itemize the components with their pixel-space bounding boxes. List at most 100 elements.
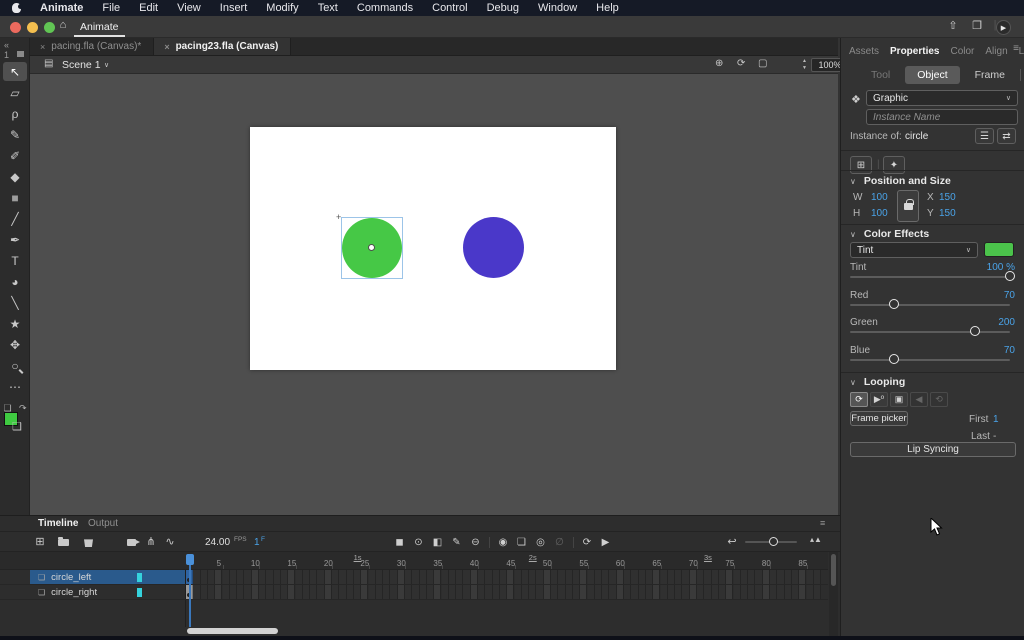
menu-item[interactable]: Text (318, 2, 338, 14)
frame-cell[interactable] (748, 570, 756, 584)
frame-cell[interactable] (660, 585, 668, 599)
frame-cell[interactable] (682, 570, 690, 584)
reset-timeline-zoom-button[interactable]: ↩ (724, 535, 740, 548)
collapse-caret-icon[interactable]: ∨ (850, 378, 856, 387)
frame-cell[interactable] (419, 585, 427, 599)
frame-cell[interactable] (273, 585, 281, 599)
frame-cell[interactable] (565, 585, 573, 599)
classic-brush-tool[interactable]: ✐ (3, 146, 27, 165)
pen-tool[interactable]: ✒ (3, 230, 27, 249)
frame-cell[interactable] (594, 570, 603, 584)
stroke-fill-icon[interactable]: ❑ (12, 420, 22, 433)
workspace-icon[interactable]: ❐ (968, 19, 986, 32)
frame-cell[interactable] (565, 570, 573, 584)
rotate-tool-icon[interactable]: ⟳ (737, 58, 745, 69)
frame-cell[interactable] (551, 570, 559, 584)
step-down-icon[interactable]: ▼ (802, 65, 807, 71)
frame-cell[interactable] (521, 570, 530, 584)
panel-tab[interactable]: Assets (849, 46, 879, 57)
frame-cell[interactable] (784, 585, 792, 599)
frame-cell[interactable] (251, 585, 259, 599)
frame-cell[interactable] (580, 570, 588, 584)
frame-cell[interactable] (339, 585, 347, 599)
more-tools[interactable]: ⋯ (3, 377, 27, 396)
frame-cell[interactable] (777, 585, 785, 599)
frame-cell[interactable] (660, 570, 668, 584)
hand-tool[interactable]: ✥ (3, 335, 27, 354)
frame-cell[interactable] (215, 585, 223, 599)
onion-skin-range-button[interactable]: ∅ (552, 537, 567, 548)
frame-cell[interactable] (361, 585, 369, 599)
timeline-zoom-slider[interactable] (745, 537, 797, 546)
frame-cell[interactable] (813, 585, 822, 599)
center-stage-icon[interactable]: ⊕ (715, 58, 723, 69)
panel-tab[interactable]: Color (950, 46, 974, 57)
collapse-tools-icon[interactable]: « (4, 40, 9, 50)
lock-aspect-button[interactable] (897, 190, 919, 222)
properties-subtab[interactable]: Object (905, 66, 960, 84)
frame-cell[interactable] (580, 585, 588, 599)
loop-reverse-button[interactable]: ⟲ (930, 392, 948, 407)
share-icon[interactable]: ⇧ (944, 19, 962, 32)
redo-icon[interactable]: ↷ (19, 403, 27, 413)
frame-cell[interactable] (412, 570, 420, 584)
zoom-tool[interactable]: ○ (3, 356, 27, 375)
y-value[interactable]: 150 (939, 208, 956, 219)
frame-cell[interactable] (791, 570, 800, 584)
frame-cell[interactable] (317, 585, 325, 599)
minimize-window-button[interactable] (27, 22, 38, 33)
frame-grid[interactable] (0, 570, 828, 600)
panel-menu-icon[interactable]: ≡ (1013, 43, 1019, 54)
frame-cell[interactable] (645, 570, 654, 584)
frame-cell[interactable] (675, 570, 683, 584)
panel-menu-icon[interactable]: ≡ (820, 518, 825, 528)
tint-color-swatch[interactable] (984, 242, 1014, 257)
frame-cell[interactable] (448, 585, 457, 599)
frame-cell[interactable] (718, 585, 727, 599)
frame-cell[interactable] (310, 570, 318, 584)
frame-cell[interactable] (704, 570, 712, 584)
properties-subtab[interactable]: Tool (871, 69, 890, 81)
frame-cell[interactable] (448, 570, 457, 584)
horizontal-scrollbar[interactable] (95, 626, 828, 636)
frame-cell[interactable] (638, 570, 646, 584)
tab-output[interactable]: Output (88, 518, 118, 529)
timeline-zoom-knob[interactable] (769, 537, 778, 546)
close-tab-icon[interactable]: × (40, 42, 45, 52)
loop-button[interactable]: ⟳ (850, 392, 868, 407)
transform-point[interactable] (368, 244, 375, 251)
frame-cell[interactable] (631, 570, 639, 584)
menu-item[interactable]: Commands (357, 2, 413, 14)
frame-cell[interactable] (711, 570, 719, 584)
frame-cell[interactable] (266, 570, 274, 584)
clapper-icon[interactable]: ▤ (44, 58, 53, 69)
fx-slider-value[interactable]: 70 (1004, 290, 1015, 301)
asset-warp-tool[interactable]: ★ (3, 314, 27, 333)
frame-cell[interactable] (244, 570, 252, 584)
menu-item[interactable]: Modify (266, 2, 298, 14)
frame-cell[interactable] (222, 585, 230, 599)
single-frame-button[interactable]: ▣ (890, 392, 908, 407)
horizontal-scrollbar-thumb[interactable] (187, 628, 278, 634)
frame-cell[interactable] (295, 585, 303, 599)
fps-value[interactable]: 24.00 (205, 537, 230, 548)
frame-cell[interactable] (733, 570, 741, 584)
frame-cell[interactable] (587, 585, 595, 599)
frame-cell[interactable] (667, 570, 676, 584)
frame-cell[interactable] (536, 585, 544, 599)
fx-slider-track[interactable] (850, 353, 1010, 364)
frame-cell[interactable] (689, 570, 697, 584)
last-frame-value[interactable]: - (993, 431, 996, 442)
frame-cell[interactable] (529, 585, 537, 599)
frame-cell[interactable] (638, 585, 646, 599)
frame-cell[interactable] (499, 570, 508, 584)
swap-symbol-button[interactable]: ⇄ (997, 128, 1016, 144)
frame-cell[interactable] (463, 570, 471, 584)
symbol-behavior-select[interactable]: Graphic ∨ (866, 90, 1018, 106)
frame-cell[interactable] (514, 570, 522, 584)
frame-cell[interactable] (478, 585, 486, 599)
frame-cell[interactable] (762, 570, 770, 584)
frame-cell[interactable] (791, 585, 800, 599)
height-value[interactable]: 100 (871, 208, 888, 219)
frame-cell[interactable] (310, 585, 318, 599)
